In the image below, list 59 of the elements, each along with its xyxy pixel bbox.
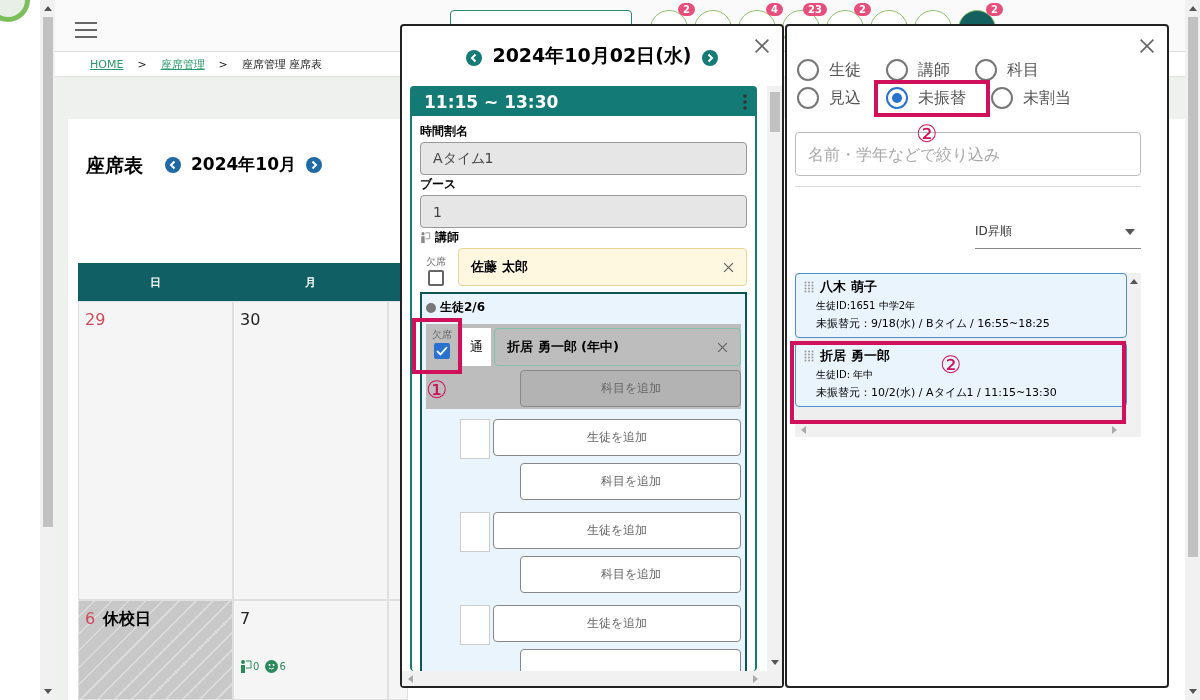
student-name: 八木 萌子 — [820, 278, 877, 296]
day-number: 6 — [85, 609, 96, 628]
radio-option[interactable]: 講師 — [886, 58, 950, 82]
day-number: 7 — [240, 609, 251, 628]
count-badge: 2 — [986, 3, 1003, 16]
readonly-field[interactable]: Aタイム1 — [420, 142, 747, 175]
student-chip[interactable]: 折居 勇一郎 (年中) — [494, 328, 741, 366]
field-label: 時間割名 — [420, 123, 469, 140]
radio-option[interactable]: 科目 — [975, 58, 1039, 82]
student-card[interactable]: 八木 萌子 生徒ID:1651 中学2年 未振替元：9/18(水) / Bタイム / 16:55~18:25 — [795, 273, 1127, 338]
radio-option[interactable]: 未振替 — [886, 86, 966, 110]
breadcrumb-text: > — [218, 57, 228, 71]
absent-label: 欠席 — [426, 255, 446, 269]
student-info: 生徒ID: 年中 — [816, 368, 875, 382]
step-number: ① — [426, 378, 448, 402]
month-label: 2024年10月 — [191, 153, 296, 176]
weekday-header: 日 — [78, 263, 233, 301]
add-student-button[interactable]: 生徒を追加 — [493, 512, 741, 549]
radio-option[interactable]: 生徒 — [797, 58, 861, 82]
readonly-field[interactable]: 1 — [420, 195, 747, 228]
page-title: 座席表 — [86, 153, 143, 178]
count-badge: 4 — [766, 3, 783, 16]
source-info: 未振替元：9/18(水) / Bタイム / 16:55~18:25 — [816, 316, 1051, 331]
day-cell[interactable]: 6 休校日 — [78, 600, 233, 700]
add-student-button[interactable]: 生徒を追加 — [493, 605, 741, 642]
step-number: ② — [940, 353, 962, 377]
attendance-tag: 通 — [461, 328, 491, 366]
day-number: 29 — [85, 310, 106, 329]
breadcrumb-text: > — [137, 57, 147, 71]
source-info: 未振替元：10/2(水) / Aタイム1 / 11:15~13:30 — [816, 385, 1058, 400]
count-badge: 23 — [803, 3, 827, 16]
teacher-chip[interactable]: 佐藤 太郎 — [458, 248, 747, 286]
breadcrumb-link[interactable]: HOME — [90, 57, 124, 71]
day-cell[interactable]: 30 — [233, 301, 388, 600]
count-badge: 2 — [854, 3, 871, 16]
student-info: 生徒ID:1651 中学2年 — [816, 299, 916, 313]
day-cell[interactable]: 7 0 6 — [233, 600, 388, 700]
slot-time: 11:15 ~ 13:30 — [424, 92, 559, 112]
date-title: 2024年10月02日(水) — [492, 43, 692, 68]
sort-select[interactable]: ID昇順 — [975, 215, 1141, 249]
teacher-count: 0 — [253, 661, 260, 672]
breadcrumb-link[interactable]: 座席管理 — [160, 56, 205, 72]
breadcrumb-text: 座席管理 座席表 — [241, 56, 323, 72]
holiday-label: 休校日 — [103, 609, 152, 628]
add-student-button[interactable]: 生徒を追加 — [493, 419, 741, 456]
student-name: 折居 勇一郎 — [820, 347, 890, 365]
count-badge: 2 — [678, 3, 695, 16]
section-label: 講師 — [435, 229, 459, 246]
student-count: 6 — [279, 661, 286, 672]
field-label: ブース — [420, 176, 457, 193]
add-subject-button[interactable]: 科目を追加 — [520, 463, 741, 500]
section-label: 生徒2/6 — [440, 299, 486, 316]
add-subject-button[interactable]: 科目を追加 — [520, 556, 741, 593]
absent-label: 欠席 — [432, 328, 452, 342]
day-cell[interactable]: 29 — [78, 301, 233, 600]
day-number: 30 — [240, 310, 261, 329]
weekday-header: 月 — [233, 263, 388, 301]
radio-option[interactable]: 未割当 — [991, 86, 1071, 110]
radio-option[interactable]: 見込 — [797, 86, 861, 110]
